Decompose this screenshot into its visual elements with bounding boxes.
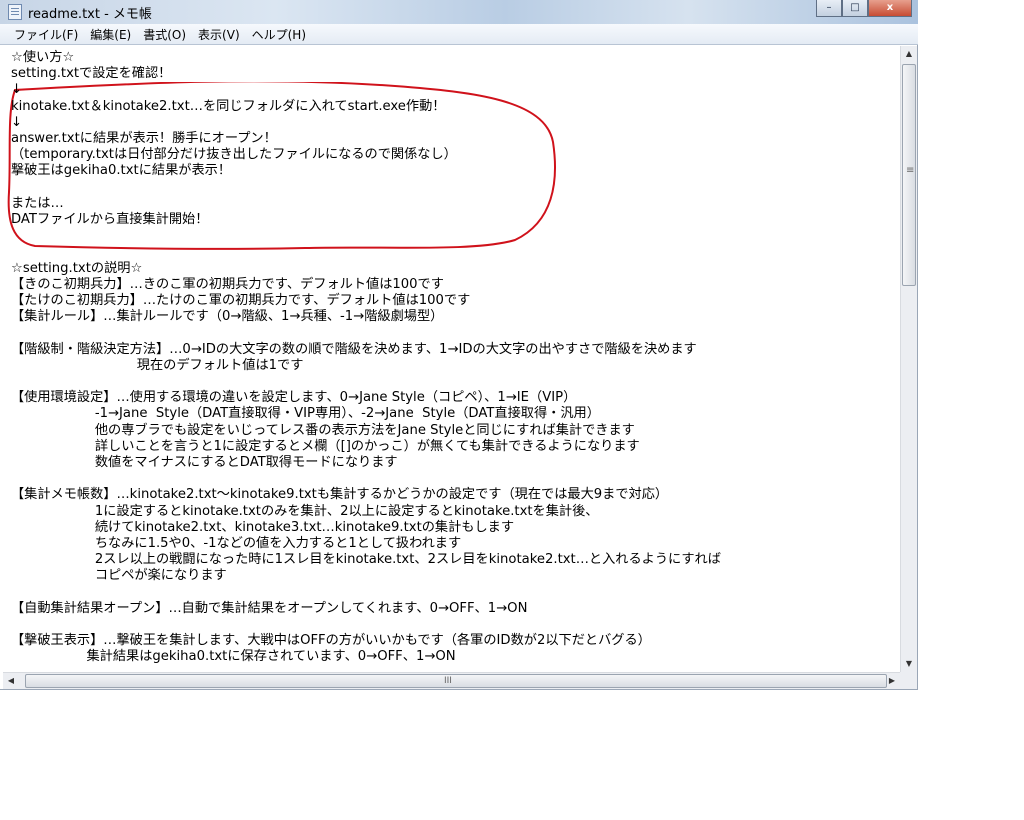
menu-edit[interactable]: 編集(E)	[84, 24, 137, 44]
horizontal-scrollbar[interactable]: ◀ III ▶	[3, 672, 900, 689]
scrollbar-corner	[900, 672, 917, 689]
title-bar[interactable]: readme.txt - メモ帳 – □ x	[0, 0, 918, 24]
text-line: ↓	[11, 114, 23, 130]
text-line: 【たけのこ初期兵力】…たけのこ軍の初期兵力です、デフォルト値は100です	[11, 293, 471, 308]
text-line: 撃破王はgekiha0.txtに結果が表示！	[11, 163, 232, 179]
text-line: ☆setting.txtの説明☆	[11, 260, 143, 276]
horizontal-scroll-thumb[interactable]: III	[25, 674, 887, 688]
menu-file[interactable]: ファイル(F)	[0, 24, 84, 44]
window-controls: – □ x	[816, 0, 912, 18]
scroll-down-arrow-icon[interactable]: ▼	[901, 656, 917, 672]
close-button[interactable]: x	[868, 0, 912, 17]
text-line: setting.txtで設定を確認！	[11, 66, 172, 82]
text-line: ☆使い方☆	[11, 50, 75, 65]
text-line: answer.txtに結果が表示！勝手にオープン！	[11, 131, 277, 146]
scroll-up-arrow-icon[interactable]: ▲	[901, 46, 917, 62]
text-line: -1→Jane Style（DAT直接取得・VIP専用）、-2→Jane Sty…	[11, 406, 600, 422]
window-title: readme.txt - メモ帳	[28, 7, 152, 22]
text-line: 現在のデフォルト値は1です	[11, 357, 304, 373]
text-editor[interactable]: ☆使い方☆ setting.txtで設定を確認！ ↓ kinotake.txt＆kin…	[3, 46, 899, 672]
minimize-button[interactable]: –	[816, 0, 842, 17]
text-line: ↓	[11, 82, 23, 98]
text-line: 続けてkinotake2.txt、kinotake3.txt…kinotake9…	[11, 519, 515, 535]
grip-icon: ≡	[906, 165, 915, 176]
maximize-button[interactable]: □	[842, 0, 868, 17]
menu-view[interactable]: 表示(V)	[192, 24, 246, 44]
grip-icon: III	[444, 676, 452, 686]
text-line: kinotake.txt＆kinotake2.txt…を同じフォルダに入れてst…	[11, 98, 446, 114]
notepad-icon	[8, 4, 22, 20]
scroll-right-arrow-icon[interactable]: ▶	[884, 673, 900, 689]
menu-help[interactable]: ヘルプ(H)	[246, 24, 312, 44]
text-line: 【階級制・階級決定方法】…0→IDの大文字の数の順で階級を決めます、1→IDの大…	[11, 341, 697, 357]
text-line: 1に設定するとkinotake.txtのみを集計、2以上に設定するとkinota…	[11, 503, 599, 519]
menu-bar: ファイル(F) 編集(E) 書式(O) 表示(V) ヘルプ(H)	[0, 24, 918, 45]
text-line: 【きのこ初期兵力】…きのこ軍の初期兵力です、デフォルト値は100です	[11, 276, 444, 292]
text-line: （temporary.txtは日付部分だけ抜き出したファイルになるので関係なし）	[11, 147, 457, 163]
text-line: 他の専ブラでも設定をいじってレス番の表示方法をJane Styleと同じにすれば…	[11, 422, 635, 438]
text-line: 2スレ以上の戦闘になった時に1スレ目をkinotake.txt、2スレ目をkin…	[11, 552, 721, 568]
text-line: 【自動集計結果オープン】…自動で集計結果をオープンしてくれます、0→OFF、1→…	[11, 600, 528, 616]
text-line: 数値をマイナスにするとDAT取得モードになります	[11, 455, 398, 470]
text-line: 【使用環境設定】…使用する環境の違いを設定します、0→Jane Style（コピ…	[11, 390, 577, 406]
text-line: DATファイルから直接集計開始！	[11, 212, 209, 227]
text-line: 【集計ルール】…集計ルールです（0→階級、1→兵種、-1→階級劇場型）	[11, 309, 444, 325]
vertical-scrollbar[interactable]: ▲ ≡ ▼	[900, 46, 917, 672]
menu-format[interactable]: 書式(O)	[137, 24, 192, 44]
vertical-scroll-thumb[interactable]: ≡	[902, 64, 916, 286]
text-line: 詳しいことを言うと1に設定するとメ欄（[]のかっこ）が無くても集計できるようにな…	[11, 438, 640, 454]
text-line: 【集計メモ帳数】…kinotake2.txt～kinotake9.txtも集計す…	[11, 487, 669, 503]
notepad-window: readme.txt - メモ帳 – □ x ファイル(F) 編集(E) 書式(…	[0, 0, 918, 690]
text-line: または…	[11, 195, 64, 211]
text-line: 集計結果はgekiha0.txtに保存されています、0→OFF、1→ON	[11, 649, 456, 665]
text-line: コピペが楽になります	[11, 568, 227, 584]
text-line: ちなみに1.5や0、-1などの値を入力すると1として扱われます	[11, 536, 462, 551]
text-line: 【撃破王表示】…撃破王を集計します、大戦中はOFFの方がいいかもです（各軍のID…	[11, 633, 651, 649]
scroll-left-arrow-icon[interactable]: ◀	[3, 673, 19, 689]
